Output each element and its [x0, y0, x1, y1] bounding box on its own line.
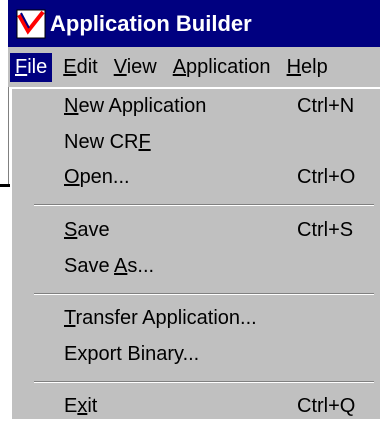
item-label-post: ransfer Application... — [75, 307, 257, 329]
item-label-pre: E — [64, 395, 78, 417]
menu-item-save[interactable]: Save — [64, 215, 110, 245]
item-label-key: N — [64, 95, 79, 117]
menu-item-save-as[interactable]: Save As... — [64, 251, 154, 281]
menu-separator — [34, 204, 374, 206]
menu-application[interactable]: Application — [168, 53, 276, 82]
item-label-key: O — [64, 166, 80, 188]
menu-file[interactable]: File — [10, 52, 53, 82]
window-title: Application Builder — [50, 10, 252, 36]
menu-application-label-post: pplication — [186, 55, 271, 78]
menu-help-label-key: H — [286, 55, 302, 78]
menu-file-label-post: ile — [27, 55, 48, 78]
menu-item-export-binary[interactable]: Export Binary... — [64, 339, 199, 369]
file-menu-dropdown: New Application Ctrl+N New CRF Open... C… — [10, 87, 380, 419]
menu-view-label-post: iew — [126, 55, 157, 78]
checkmark-app-icon[interactable] — [16, 9, 46, 39]
menu-view-label-key: V — [113, 55, 127, 78]
item-label-pre: New CR — [64, 131, 139, 153]
menu-item-new-crf[interactable]: New CRF — [64, 127, 151, 157]
menu-item-transfer-application[interactable]: Transfer Application... — [64, 303, 257, 333]
item-label-post: pen... — [79, 166, 130, 188]
item-label-key: F — [138, 131, 151, 153]
background-window-line — [0, 184, 10, 187]
menu-edit-label-key: E — [63, 55, 77, 78]
item-label-key: S — [64, 219, 78, 241]
menu-separator — [34, 381, 374, 383]
item-label-pre: Save — [64, 255, 115, 277]
menu-edit-label-post: dit — [76, 55, 98, 78]
menu-item-open[interactable]: Open... — [64, 162, 130, 192]
menu-help[interactable]: Help — [282, 53, 333, 82]
menu-bar: File Edit View Application Help — [8, 47, 380, 87]
shortcut-new-application: Ctrl+N — [297, 95, 355, 117]
shortcut-exit: Ctrl+Q — [297, 395, 356, 417]
item-label-post: ave — [77, 219, 110, 241]
item-label-key: A — [114, 255, 128, 277]
item-label-post: s... — [127, 255, 155, 277]
menu-file-label-key: F — [15, 55, 28, 78]
menu-separator — [34, 293, 374, 295]
item-label-key: x — [77, 395, 88, 417]
menu-edit[interactable]: Edit — [58, 53, 102, 82]
item-label-post: it — [87, 395, 98, 417]
application-window: Application Builder File Edit View Appli… — [0, 0, 380, 419]
title-bar[interactable]: Application Builder — [8, 0, 380, 47]
item-label-pre: Export Binary... — [64, 343, 200, 365]
menu-help-label-post: elp — [301, 55, 328, 78]
shortcut-open: Ctrl+O — [297, 166, 356, 188]
item-label-key: T — [64, 307, 76, 329]
menu-item-new-application[interactable]: New Application — [64, 91, 206, 121]
menu-view[interactable]: View — [109, 53, 162, 82]
shortcut-save: Ctrl+S — [297, 219, 354, 241]
menu-application-label-key: A — [172, 55, 187, 78]
menu-item-exit[interactable]: Exit — [64, 391, 97, 421]
item-label-post: ew Application — [78, 95, 207, 117]
